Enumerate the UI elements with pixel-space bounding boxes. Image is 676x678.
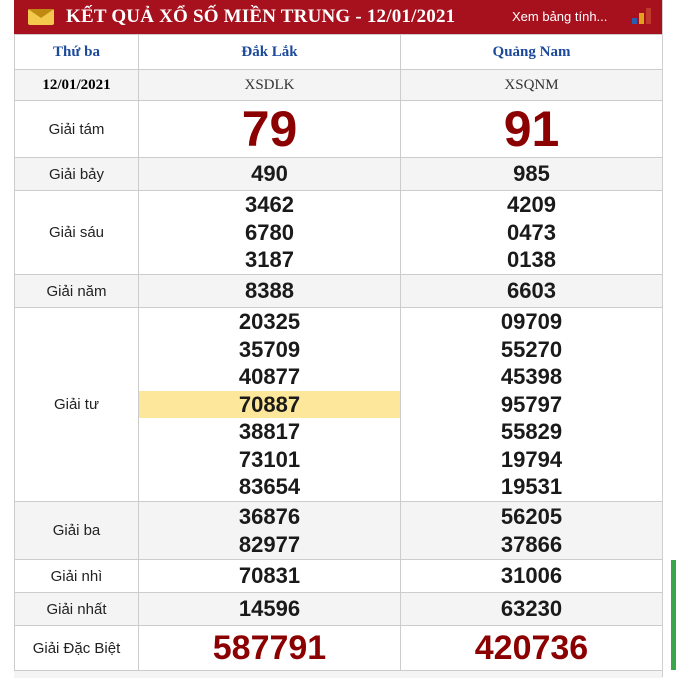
prize-row-g3: Giải ba 36876 82977 56205 37866	[14, 501, 663, 560]
prize-label: Giải nhất	[14, 592, 139, 626]
province-name-qnm[interactable]: Quảng Nam	[400, 34, 663, 70]
prize-row-g8: Giải tám 79 91	[14, 100, 663, 158]
prize-cell: 4209 0473 0138	[400, 190, 663, 275]
prize-number: 3187	[245, 247, 294, 273]
prize-number: 19794	[500, 446, 563, 472]
prize-number: 31006	[500, 563, 563, 588]
special-prize-number: 420736	[474, 629, 589, 667]
day-label: Thứ ba	[14, 34, 139, 70]
prize-number: 4209	[507, 192, 556, 218]
prize-number: 14596	[238, 596, 301, 621]
prize-cell: 20325 35709 40877 70887 38817 73101 8365…	[138, 307, 401, 502]
prize-cell: 70831	[138, 559, 401, 593]
prize-row-g2: Giải nhì 70831 31006	[14, 559, 663, 593]
prize-number: 38817	[238, 419, 301, 445]
prize-cell: 6603	[400, 274, 663, 308]
prize-label: Giải sáu	[14, 190, 139, 275]
prize-cell: 56205 37866	[400, 501, 663, 560]
prize-row-g7: Giải bảy 490 985	[14, 157, 663, 191]
results-table: Thứ ba Đắk Lắk Quảng Nam 12/01/2021 XSDL…	[14, 34, 663, 671]
prize-number: 56205	[500, 504, 563, 529]
prize-label: Giải bảy	[14, 157, 139, 191]
prize-label: Giải tám	[14, 100, 139, 158]
prize-number: 95797	[500, 391, 563, 417]
prize-label: Giải năm	[14, 274, 139, 308]
prize-row-g4: Giải tư 20325 35709 40877 70887 38817 73…	[14, 307, 663, 502]
province-name-dlk[interactable]: Đắk Lắk	[138, 34, 401, 70]
prize-number: 0473	[507, 219, 556, 245]
prize-number: 09709	[500, 309, 563, 335]
prize-number: 37866	[500, 531, 563, 557]
prize-label: Giải tư	[14, 307, 139, 502]
highlighted-prize-number: 70887	[139, 390, 400, 419]
prize-cell: 420736	[400, 625, 663, 671]
prize-row-g5: Giải năm 8388 6603	[14, 274, 663, 308]
prize-number: 6780	[245, 219, 294, 245]
prize-number: 985	[513, 161, 550, 186]
prize-number: 8388	[245, 278, 294, 303]
prize-label: Giải ba	[14, 501, 139, 560]
prize-cell: 79	[138, 100, 401, 158]
prize-number: 3462	[245, 192, 294, 218]
results-header: KẾT QUẢ XỔ SỐ MIỀN TRUNG - 12/01/2021 Xe…	[14, 0, 662, 34]
prize-number: 91	[503, 101, 560, 157]
prize-cell: 63230	[400, 592, 663, 626]
prize-number: 82977	[238, 531, 301, 557]
prize-number: 70831	[238, 563, 301, 588]
prize-cell: 3462 6780 3187	[138, 190, 401, 275]
prize-cell: 8388	[138, 274, 401, 308]
mail-icon	[28, 9, 54, 25]
prize-label: Giải Đặc Biệt	[14, 625, 139, 671]
prize-number: 55270	[500, 336, 563, 362]
prize-cell: 587791	[138, 625, 401, 671]
prize-number: 55829	[500, 419, 563, 445]
prize-number: 20325	[238, 309, 301, 335]
prize-number: 83654	[238, 474, 301, 500]
prize-number: 40877	[238, 364, 301, 390]
prize-cell: 91	[400, 100, 663, 158]
draw-date: 12/01/2021	[14, 69, 139, 101]
prize-number: 73101	[238, 446, 301, 472]
page-title: KẾT QUẢ XỔ SỐ MIỀN TRUNG - 12/01/2021	[66, 6, 456, 27]
prize-row-g1: Giải nhất 14596 63230	[14, 592, 663, 626]
prize-label: Giải nhì	[14, 559, 139, 593]
prize-number: 19531	[500, 474, 563, 500]
divider	[662, 0, 663, 677]
prize-cell: 31006	[400, 559, 663, 593]
prize-number: 6603	[507, 278, 556, 303]
prize-number: 45398	[500, 364, 563, 390]
prize-number: 490	[251, 161, 288, 186]
prize-cell: 14596	[138, 592, 401, 626]
prize-number: 35709	[238, 336, 301, 362]
special-prize-number: 587791	[212, 629, 327, 667]
view-table-link[interactable]: Xem bảng tính...	[512, 9, 607, 24]
prize-cell: 09709 55270 45398 95797 55829 19794 1953…	[400, 307, 663, 502]
side-accent	[671, 560, 676, 670]
prize-row-g6: Giải sáu 3462 6780 3187 4209 0473 0138	[14, 190, 663, 275]
province-code-dlk[interactable]: XSDLK	[138, 69, 401, 101]
prize-number: 63230	[500, 596, 563, 621]
prize-cell: 36876 82977	[138, 501, 401, 560]
prize-cell: 985	[400, 157, 663, 191]
prize-number: 0138	[507, 247, 556, 273]
bar-chart-icon[interactable]	[632, 8, 656, 24]
prize-row-special: Giải Đặc Biệt 587791 420736	[14, 625, 663, 671]
prize-number: 36876	[238, 504, 301, 529]
prize-cell: 490	[138, 157, 401, 191]
province-code-qnm[interactable]: XSQNM	[400, 69, 663, 101]
prize-number: 79	[241, 101, 298, 157]
